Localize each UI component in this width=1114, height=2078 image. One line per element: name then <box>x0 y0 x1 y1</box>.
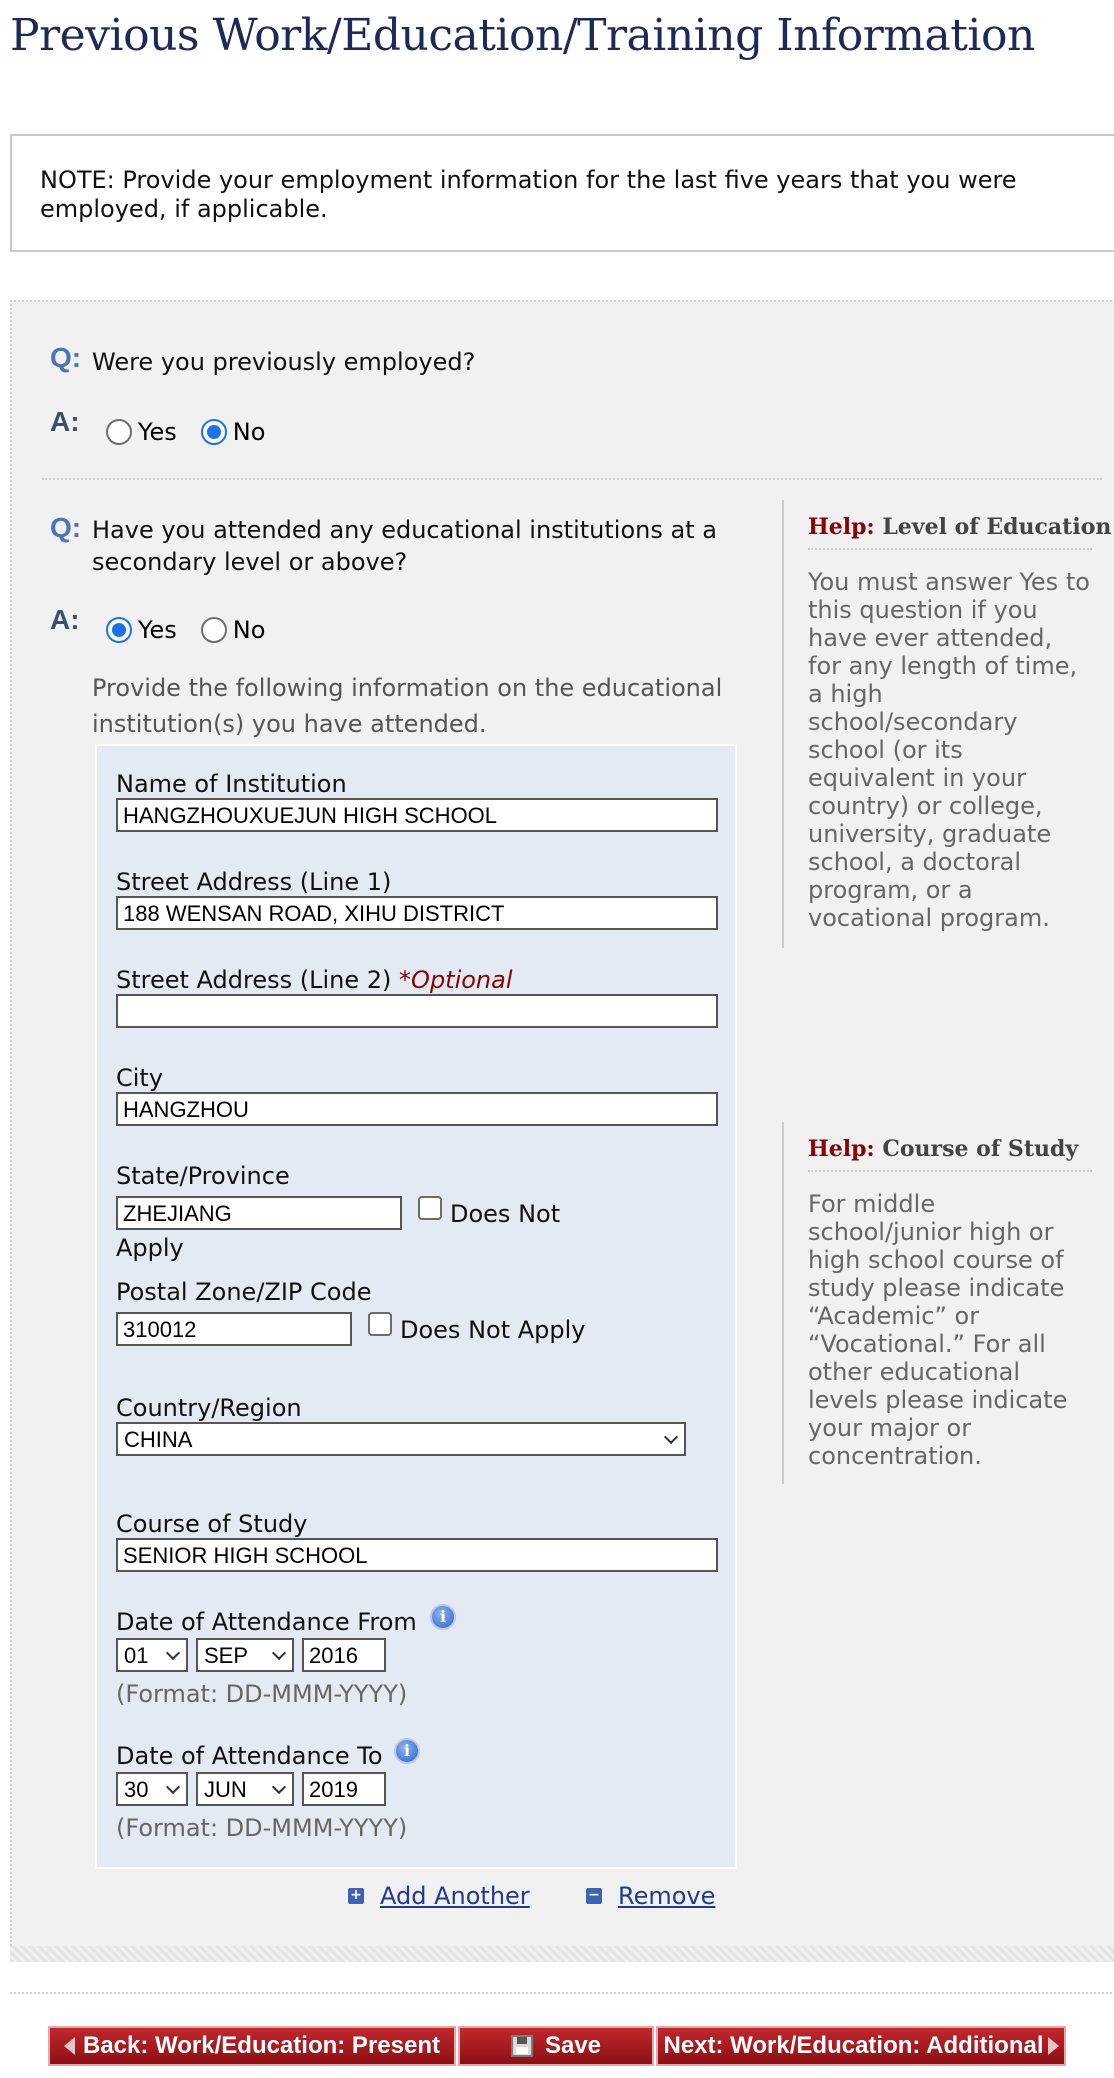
remove-link[interactable]: − Remove <box>586 1882 715 1910</box>
save-button-label: Save <box>544 2032 602 2059</box>
postal-label: Postal Zone/ZIP Code <box>116 1278 372 1306</box>
help-title: Level of Education <box>882 514 1112 540</box>
state-does-not-apply-checkbox[interactable] <box>418 1196 442 1220</box>
help-body: For middle school/junior high or high sc… <box>808 1190 1068 1470</box>
employed-no-label[interactable]: No <box>233 418 266 446</box>
postal-does-not-apply-label[interactable]: Does Not Apply <box>400 1316 586 1344</box>
to-day-value: 30 <box>124 1777 149 1802</box>
a-label: A: <box>50 406 80 437</box>
education-no-label[interactable]: No <box>233 616 266 644</box>
page-title: Previous Work/Education/Training Informa… <box>10 10 1035 61</box>
plus-icon: + <box>348 1888 364 1904</box>
a-label: A: <box>50 604 80 635</box>
education-yes-label[interactable]: Yes <box>138 616 177 644</box>
from-month-select[interactable]: SEP <box>196 1638 294 1672</box>
question-divider <box>42 478 1102 480</box>
to-date-format-hint: (Format: DD-MMM-YYYY) <box>116 1814 408 1842</box>
state-does-not-apply-label[interactable]: Does Not <box>450 1200 560 1228</box>
footer-divider <box>10 1992 1114 1994</box>
street2-label: Street Address (Line 2) *Optional <box>116 966 513 994</box>
help-course-of-study: Help: Course of Study For middle school/… <box>782 1122 1092 1484</box>
save-button[interactable]: Save <box>458 2026 654 2066</box>
chevron-down-icon <box>271 1779 287 1795</box>
date-to-label: Date of Attendance To <box>116 1742 383 1770</box>
optional-marker: *Optional <box>399 966 513 994</box>
to-month-select[interactable]: JUN <box>196 1772 294 1806</box>
floppy-disk-icon <box>510 2035 533 2057</box>
country-label: Country/Region <box>116 1394 302 1422</box>
employed-yes-label[interactable]: Yes <box>138 418 177 446</box>
help-body: You must answer Yes to this question if … <box>808 568 1090 932</box>
from-month-value: SEP <box>204 1643 249 1668</box>
question-attended-education: Have you attended any educational instit… <box>92 516 717 576</box>
from-day-value: 01 <box>124 1643 149 1668</box>
from-year-input[interactable]: 2016 <box>302 1638 386 1672</box>
question-previously-employed: Were you previously employed? <box>92 348 476 376</box>
chevron-down-icon <box>165 1779 181 1795</box>
postal-input[interactable]: 310012 <box>116 1312 352 1346</box>
date-from-label: Date of Attendance From <box>116 1608 417 1636</box>
employment-note: NOTE: Provide your employment informatio… <box>10 134 1114 252</box>
add-another-link[interactable]: + Add Another <box>348 1882 530 1910</box>
education-radio-group: Yes No <box>106 616 289 644</box>
q-label: Q: <box>50 342 82 373</box>
course-input[interactable]: SENIOR HIGH SCHOOL <box>116 1538 718 1572</box>
state-does-not-apply-label-wrap[interactable]: Apply <box>116 1234 184 1262</box>
next-button[interactable]: Next: Work/Education: Additional <box>656 2026 1066 2066</box>
help-title: Course of Study <box>882 1136 1079 1162</box>
city-label: City <box>116 1064 164 1092</box>
arrow-left-icon <box>64 2037 75 2055</box>
add-another-label[interactable]: Add Another <box>380 1882 530 1910</box>
street1-label: Street Address (Line 1) <box>116 868 392 896</box>
street2-label-text: Street Address (Line 2) <box>116 966 392 994</box>
info-icon[interactable]: i <box>430 1604 456 1630</box>
state-label: State/Province <box>116 1162 290 1190</box>
postal-does-not-apply-checkbox[interactable] <box>368 1312 392 1336</box>
country-select[interactable]: CHINA <box>116 1422 686 1456</box>
help-level-of-education: Help: Level of Education You must answer… <box>782 500 1111 948</box>
chevron-down-icon <box>271 1645 287 1661</box>
next-button-label: Next: Work/Education: Additional <box>663 2032 1044 2059</box>
education-no-radio[interactable] <box>200 617 227 643</box>
employed-radio-group: Yes No <box>106 418 289 446</box>
back-button[interactable]: Back: Work/Education: Present <box>48 2026 456 2066</box>
to-month-value: JUN <box>204 1777 247 1802</box>
education-yes-radio[interactable] <box>106 617 132 643</box>
info-icon[interactable]: i <box>394 1738 420 1764</box>
help-header: Help: Level of Education <box>808 500 1111 550</box>
employed-yes-radio[interactable] <box>106 419 132 445</box>
course-label: Course of Study <box>116 1510 308 1538</box>
chevron-down-icon <box>165 1645 181 1661</box>
institution-input[interactable]: HANGZHOUXUEJUN HIGH SCHOOL <box>116 798 718 832</box>
state-input[interactable]: ZHEJIANG <box>116 1196 402 1230</box>
employed-no-radio[interactable] <box>200 419 227 445</box>
to-day-select[interactable]: 30 <box>116 1772 188 1806</box>
help-word: Help: <box>808 1136 875 1162</box>
panel-bottom-border <box>10 1946 1114 1962</box>
back-button-label: Back: Work/Education: Present <box>83 2032 440 2059</box>
chevron-down-icon <box>663 1429 679 1445</box>
help-word: Help: <box>808 514 875 540</box>
education-instructions: Provide the following information on the… <box>92 674 723 738</box>
city-input[interactable]: HANGZHOU <box>116 1092 718 1126</box>
remove-label[interactable]: Remove <box>618 1882 715 1910</box>
q-label: Q: <box>50 512 82 543</box>
country-select-value: CHINA <box>124 1427 193 1452</box>
arrow-right-icon <box>1047 2037 1059 2055</box>
to-year-input[interactable]: 2019 <box>302 1772 386 1806</box>
help-header: Help: Course of Study <box>808 1122 1092 1172</box>
street2-input[interactable] <box>116 994 718 1028</box>
from-day-select[interactable]: 01 <box>116 1638 188 1672</box>
from-date-format-hint: (Format: DD-MMM-YYYY) <box>116 1680 408 1708</box>
minus-icon: − <box>586 1888 602 1904</box>
street1-input[interactable]: 188 WENSAN ROAD, XIHU DISTRICT <box>116 896 718 930</box>
institution-label: Name of Institution <box>116 770 347 798</box>
